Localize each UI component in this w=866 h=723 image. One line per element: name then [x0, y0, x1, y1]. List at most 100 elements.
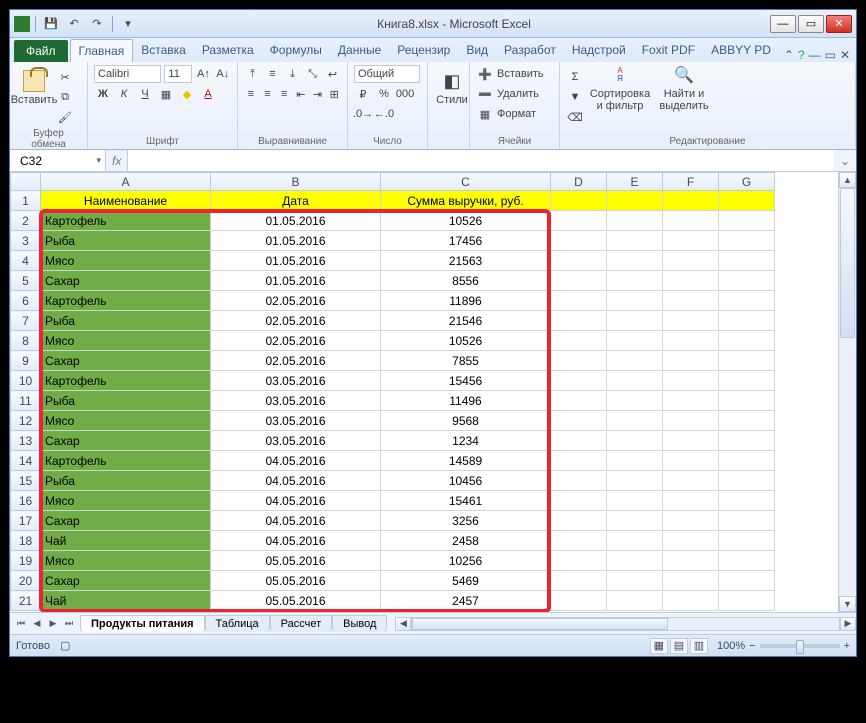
normal-view-icon[interactable]: ▦ [650, 638, 668, 654]
scroll-right-icon[interactable]: ▶ [840, 617, 856, 631]
font-name-select[interactable]: Calibri [94, 65, 161, 83]
row-header[interactable]: 21 [11, 591, 41, 611]
cell[interactable]: 10526 [381, 211, 551, 231]
cell[interactable] [719, 491, 775, 511]
font-size-select[interactable]: 11 [164, 65, 192, 83]
maximize-button[interactable]: ▭ [798, 15, 824, 33]
cell[interactable]: Чай [41, 531, 211, 551]
cell[interactable]: Мясо [41, 251, 211, 271]
cell[interactable]: 04.05.2016 [211, 471, 381, 491]
cell[interactable] [719, 231, 775, 251]
ribbon-minimize-icon[interactable]: ⌃ [784, 48, 794, 62]
cell[interactable] [663, 331, 719, 351]
zoom-in-icon[interactable]: + [844, 640, 850, 652]
cell[interactable]: 01.05.2016 [211, 251, 381, 271]
sheet-tab[interactable]: Рассчет [270, 615, 333, 632]
tab-nav-last-icon[interactable]: ⏭ [62, 617, 76, 631]
undo-icon[interactable]: ↶ [64, 14, 84, 34]
row-header[interactable]: 2 [11, 211, 41, 231]
cell[interactable] [663, 491, 719, 511]
vertical-scrollbar[interactable]: ▲ ▼ [838, 172, 856, 612]
zoom-out-icon[interactable]: − [749, 640, 755, 652]
align-bottom-icon[interactable]: ⤓ [284, 65, 301, 83]
cell[interactable] [551, 311, 607, 331]
fill-icon[interactable]: ▼ [566, 88, 584, 106]
horizontal-scrollbar[interactable]: ◀ ▶ [395, 617, 856, 631]
row-header[interactable]: 7 [11, 311, 41, 331]
cell[interactable] [719, 431, 775, 451]
row-header[interactable]: 16 [11, 491, 41, 511]
font-color-icon[interactable]: A [199, 85, 217, 103]
cell[interactable] [551, 431, 607, 451]
cell[interactable]: Рыба [41, 391, 211, 411]
cell[interactable] [719, 251, 775, 271]
align-left-icon[interactable]: ≡ [244, 85, 258, 103]
cell[interactable] [551, 271, 607, 291]
row-header[interactable]: 4 [11, 251, 41, 271]
cell[interactable] [551, 571, 607, 591]
italic-button[interactable]: К [115, 85, 133, 103]
cell[interactable]: Рыба [41, 311, 211, 331]
cell[interactable] [607, 571, 663, 591]
cell[interactable] [551, 511, 607, 531]
cell[interactable]: Наименование [41, 191, 211, 211]
cell[interactable] [551, 231, 607, 251]
fill-color-icon[interactable]: ◆ [178, 85, 196, 103]
cell[interactable]: Рыба [41, 471, 211, 491]
dec-decimal-icon[interactable]: ←.0 [375, 105, 393, 123]
cell[interactable] [663, 371, 719, 391]
cell[interactable] [663, 311, 719, 331]
bold-button[interactable]: Ж [94, 85, 112, 103]
tab-формулы[interactable]: Формулы [262, 39, 330, 62]
cell[interactable] [607, 391, 663, 411]
find-select-button[interactable]: 🔍 Найти и выделить [656, 64, 712, 112]
cell[interactable] [607, 371, 663, 391]
cell[interactable] [663, 211, 719, 231]
cell[interactable] [663, 431, 719, 451]
col-header-E[interactable]: E [607, 173, 663, 191]
qat-customize-icon[interactable]: ▾ [118, 14, 138, 34]
indent-dec-icon[interactable]: ⇤ [294, 85, 308, 103]
cell[interactable]: Чай [41, 591, 211, 611]
cell[interactable] [607, 451, 663, 471]
cell[interactable]: Дата [211, 191, 381, 211]
cell[interactable] [719, 291, 775, 311]
col-header-C[interactable]: C [381, 173, 551, 191]
accounting-icon[interactable]: ₽ [354, 85, 372, 103]
cell[interactable]: Картофель [41, 371, 211, 391]
cell[interactable]: 04.05.2016 [211, 491, 381, 511]
cell[interactable]: Картофель [41, 291, 211, 311]
grow-font-icon[interactable]: A↑ [195, 65, 211, 83]
row-header[interactable]: 17 [11, 511, 41, 531]
format-painter-icon[interactable]: 🖌 [56, 108, 74, 126]
cell[interactable]: 1234 [381, 431, 551, 451]
cell[interactable]: 03.05.2016 [211, 371, 381, 391]
row-header[interactable]: 5 [11, 271, 41, 291]
doc-close-icon[interactable]: ✕ [840, 48, 850, 62]
tab-file[interactable]: Файл [14, 40, 68, 62]
cell[interactable]: 8556 [381, 271, 551, 291]
cell[interactable]: 7855 [381, 351, 551, 371]
paste-button[interactable]: Вставить [16, 64, 52, 112]
cell[interactable] [719, 451, 775, 471]
cell[interactable] [607, 211, 663, 231]
help-icon[interactable]: ? [798, 48, 805, 62]
row-header[interactable]: 15 [11, 471, 41, 491]
shrink-font-icon[interactable]: A↓ [215, 65, 231, 83]
minimize-button[interactable]: — [770, 15, 796, 33]
cell[interactable] [663, 411, 719, 431]
row-header[interactable]: 3 [11, 231, 41, 251]
cell[interactable] [663, 191, 719, 211]
cell[interactable] [663, 531, 719, 551]
cell[interactable]: 04.05.2016 [211, 451, 381, 471]
tab-foxit pdf[interactable]: Foxit PDF [634, 39, 703, 62]
cell[interactable]: Сахар [41, 511, 211, 531]
cell[interactable] [607, 591, 663, 611]
zoom-level[interactable]: 100% [717, 640, 745, 652]
cell[interactable]: Сахар [41, 351, 211, 371]
scroll-down-icon[interactable]: ▼ [839, 596, 856, 612]
col-header-A[interactable]: A [41, 173, 211, 191]
wrap-text-icon[interactable]: ↩ [324, 65, 341, 83]
cell[interactable] [607, 191, 663, 211]
cell[interactable]: 03.05.2016 [211, 411, 381, 431]
